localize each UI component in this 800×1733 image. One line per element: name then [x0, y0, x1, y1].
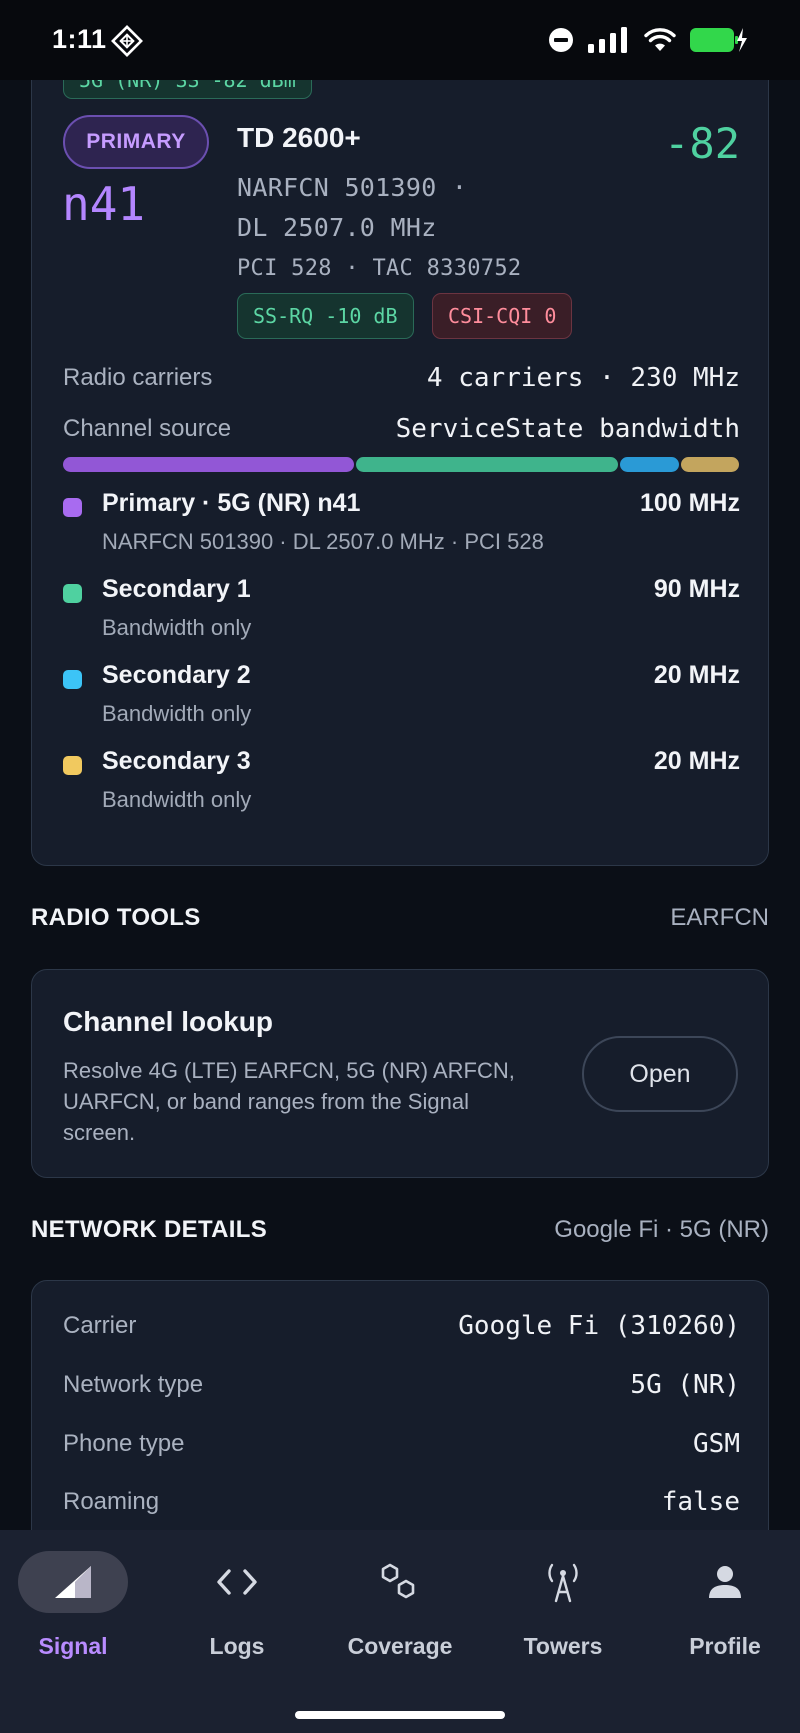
signal-strength-chip: 5G (NR) SS -82 dBm	[63, 80, 312, 99]
carrier-title: Secondary 3	[102, 747, 251, 775]
rsrp-value: -82	[664, 119, 740, 168]
person-icon	[670, 1551, 780, 1613]
nav-profile[interactable]: Profile	[650, 1551, 800, 1671]
carrier-bandwidth: 90 MHz	[653, 575, 740, 603]
radio-carriers-value: 4 carriers · 230 MHz	[426, 363, 740, 393]
code-icon	[182, 1551, 292, 1613]
channel-lookup-title: Channel lookup	[63, 1006, 273, 1037]
network-details-heading: NETWORK DETAILS	[31, 1216, 268, 1243]
status-bar: 1:11	[0, 0, 800, 80]
channel-source-row: Channel source ServiceState bandwidth	[63, 414, 740, 444]
ss-rq-chip: SS-RQ -10 dB	[237, 293, 414, 339]
status-time: 1:11	[52, 24, 107, 54]
nav-signal[interactable]: Signal	[0, 1551, 148, 1671]
carrier-color-dot	[63, 584, 82, 603]
bandwidth-segment	[63, 457, 355, 472]
wifi-icon	[644, 28, 676, 51]
tower-icon	[508, 1551, 618, 1613]
pci-tac-line: PCI 528 · TAC 8330752	[237, 256, 522, 281]
dl-frequency-line: DL 2507.0 MHz	[237, 213, 437, 242]
carrier-bandwidth: 100 MHz	[639, 489, 740, 517]
channel-lookup-description: Resolve 4G (LTE) EARFCN, 5G (NR) ARFCN, …	[63, 1058, 515, 1145]
nav-logs[interactable]: Logs	[162, 1551, 312, 1671]
carrier-subtitle: Bandwidth only	[102, 701, 252, 726]
carrier-color-dot	[63, 498, 82, 517]
bandwidth-segment	[680, 457, 739, 472]
bandwidth-segment	[620, 457, 679, 472]
nav-coverage[interactable]: Coverage	[325, 1551, 475, 1671]
detail-row-carrier: Carrier Google Fi (310260)	[63, 1311, 740, 1341]
hexagons-icon	[345, 1551, 455, 1613]
nav-label-signal: Signal	[38, 1633, 108, 1659]
channel-lookup-card: Channel lookup Resolve 4G (LTE) EARFCN, …	[31, 969, 769, 1178]
carrier-title: Secondary 1	[102, 575, 251, 603]
cellular-signal-icon	[588, 27, 627, 53]
carrier-title: Secondary 2	[102, 661, 251, 689]
nav-label-coverage: Coverage	[347, 1633, 453, 1659]
radio-tools-subtitle: EARFCN	[670, 904, 769, 931]
cell-name: TD 2600+	[237, 122, 361, 153]
carrier-bandwidth: 20 MHz	[653, 747, 740, 775]
detail-label: Carrier	[63, 1312, 137, 1339]
signal-icon	[18, 1551, 128, 1613]
radio-carriers-row: Radio carriers 4 carriers · 230 MHz	[63, 363, 740, 393]
narfcn-line: NARFCN 501390 ·	[237, 173, 468, 202]
carrier-secondary-2: Secondary 2 20 MHz Bandwidth only	[63, 661, 740, 731]
app-diamond-icon	[111, 25, 143, 57]
detail-label: Network type	[63, 1371, 204, 1398]
bandwidth-segment	[356, 457, 619, 472]
detail-value: false	[661, 1487, 740, 1517]
carrier-subtitle: Bandwidth only	[102, 615, 252, 640]
carrier-secondary-3: Secondary 3 20 MHz Bandwidth only	[63, 747, 740, 817]
nav-label-logs: Logs	[209, 1633, 265, 1659]
detail-row-network-type: Network type 5G (NR)	[63, 1370, 740, 1400]
carrier-color-dot	[63, 670, 82, 689]
battery-charging-icon	[690, 28, 747, 52]
radio-tools-heading: RADIO TOOLS	[31, 904, 201, 931]
detail-value: GSM	[693, 1429, 740, 1459]
nav-label-towers: Towers	[523, 1633, 603, 1659]
primary-badge: PRIMARY	[63, 115, 209, 169]
carrier-subtitle: Bandwidth only	[102, 787, 252, 812]
do-not-disturb-icon	[549, 28, 573, 52]
nav-label-profile: Profile	[689, 1633, 761, 1659]
detail-value: 5G (NR)	[630, 1370, 740, 1400]
primary-cell-card: 5G (NR) SS -82 dBm PRIMARY n41 TD 2600+ …	[31, 80, 769, 866]
carrier-primary: Primary · 5G (NR) n41 100 MHz NARFCN 501…	[63, 489, 740, 559]
carrier-title: Primary · 5G (NR) n41	[102, 489, 361, 517]
band-label: n41	[62, 177, 146, 231]
network-details-subtitle: Google Fi · 5G (NR)	[554, 1216, 769, 1243]
carrier-subtitle: NARFCN 501390 · DL 2507.0 MHz · PCI 528	[102, 529, 544, 554]
open-channel-lookup-button[interactable]: Open	[582, 1036, 738, 1112]
bottom-navigation: Signal Logs Coverage Towers Profile	[0, 1530, 800, 1733]
csi-cqi-chip: CSI-CQI 0	[432, 293, 573, 339]
detail-label: Roaming	[63, 1488, 160, 1515]
detail-row-phone-type: Phone type GSM	[63, 1429, 740, 1459]
channel-source-value: ServiceState bandwidth	[395, 414, 740, 444]
detail-value: Google Fi (310260)	[458, 1311, 740, 1341]
detail-row-roaming: Roaming false	[63, 1487, 740, 1517]
radio-carriers-label: Radio carriers	[63, 364, 213, 391]
channel-source-label: Channel source	[63, 415, 232, 442]
home-indicator[interactable]	[295, 1711, 505, 1719]
bandwidth-bar	[63, 457, 739, 472]
nav-towers[interactable]: Towers	[488, 1551, 638, 1671]
main-scroll[interactable]: 5G (NR) SS -82 dBm PRIMARY n41 TD 2600+ …	[0, 80, 800, 1530]
detail-label: Phone type	[63, 1430, 185, 1457]
carrier-secondary-1: Secondary 1 90 MHz Bandwidth only	[63, 575, 740, 645]
network-details-card: Carrier Google Fi (310260) Network type …	[31, 1280, 769, 1530]
carrier-bandwidth: 20 MHz	[653, 661, 740, 689]
carrier-color-dot	[63, 756, 82, 775]
